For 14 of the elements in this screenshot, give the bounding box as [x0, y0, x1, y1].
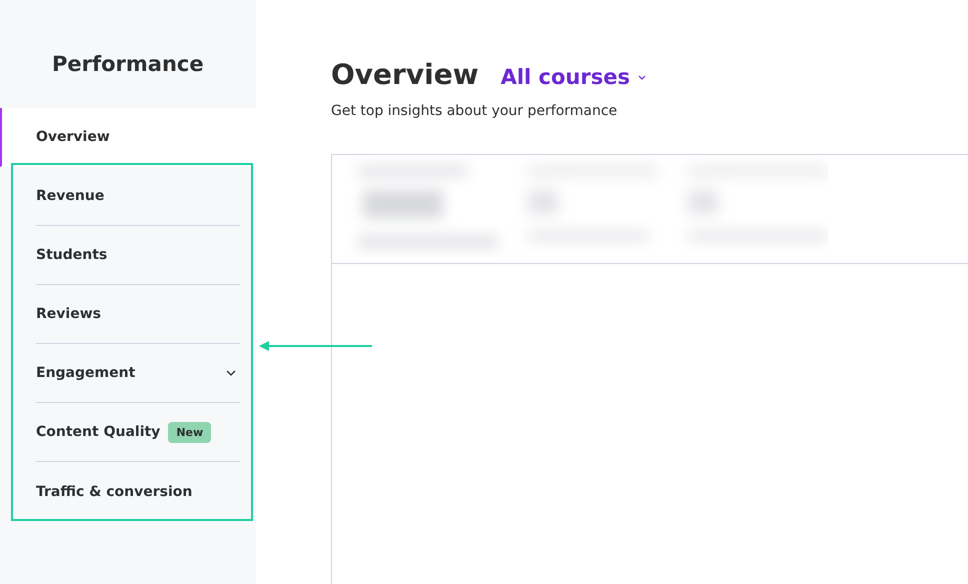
sidebar-item[interactable]: Content Quality New	[36, 403, 240, 462]
sidebar-item[interactable]: Revenue	[36, 167, 240, 226]
sidebar-title: Performance	[52, 52, 205, 78]
chevron-down-icon	[638, 74, 646, 80]
sidebar-item[interactable]: Traffic & conversion	[36, 462, 240, 521]
sidebar-item[interactable]: Engagement	[36, 344, 240, 403]
course-filter-dropdown[interactable]: All courses	[500, 65, 646, 89]
sidebar-item[interactable]: Overview	[0, 108, 256, 167]
sidebar-item[interactable]: Students	[36, 226, 240, 285]
chevron-down-icon	[226, 370, 236, 376]
new-badge: New	[168, 422, 212, 442]
page-title: Overview	[331, 58, 479, 91]
page-subtitle: Get top insights about your performance	[331, 103, 618, 119]
sidebar-item[interactable]: Reviews	[36, 285, 240, 344]
